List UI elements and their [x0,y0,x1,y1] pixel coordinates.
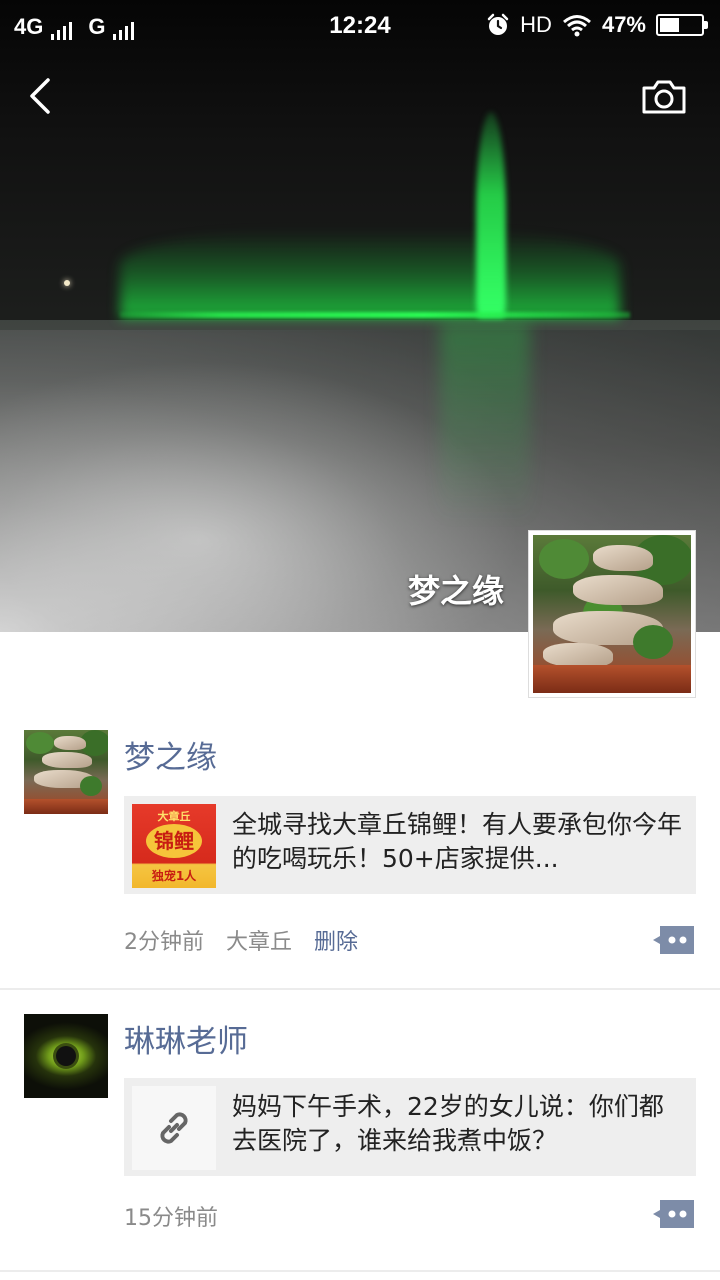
hd-label: HD [520,12,552,37]
koi-bottom-text: 独宠1人 [151,869,197,883]
moments-feed: 梦之缘 大章丘 锦鲤 独宠1人 全城寻找大章丘锦鲤！有人要承包你今年的吃喝玩乐！… [0,700,720,1272]
profile-avatar[interactable] [528,530,696,698]
koi-top-text: 大章丘 [157,810,191,823]
post-username[interactable]: 琳琳老师 [124,1016,248,1061]
shared-link-card[interactable]: 大章丘 锦鲤 独宠1人 全城寻找大章丘锦鲤！有人要承包你今年的吃喝玩乐！50+店… [124,796,696,894]
post-divider [0,1270,720,1272]
link-title: 全城寻找大章丘锦鲤！有人要承包你今年的吃喝玩乐！50+店家提供... [232,810,683,873]
link-thumbnail: 大章丘 锦鲤 独宠1人 [132,804,216,888]
comment-more-icon[interactable] [652,1198,696,1230]
shared-link-card[interactable]: 妈妈下午手术，22岁的女儿说：你们都去医院了，谁来给我煮中饭？ [124,1078,696,1176]
battery-icon [656,14,708,36]
battery-percent: 47% [601,12,646,37]
status-bar: 4G G 12:24 HD 47% [0,0,720,50]
post-meta: 2分钟前 大章丘 删除 [124,924,358,956]
feed-post: 琳琳老师 妈妈下午手术，22岁的女儿说：你们都去医院了，谁来给我煮中饭？ 15分… [0,990,720,1272]
link-placeholder [132,1086,216,1170]
fountain-reflection [440,322,530,522]
fountain-spray [120,230,620,318]
fountain-base-line [120,312,630,318]
cover-username[interactable]: 梦之缘 [408,566,504,612]
distant-light [64,280,70,286]
post-time: 2分钟前 [124,930,204,955]
alarm-icon [487,13,509,35]
post-time: 15分钟前 [124,1206,218,1231]
status-right: HD 47% [486,12,708,38]
comment-more-icon[interactable] [652,924,696,956]
camera-icon[interactable] [640,76,688,116]
fountain-jet [476,112,506,318]
post-username[interactable]: 梦之缘 [124,732,217,777]
rockery-thumb [24,730,108,814]
post-avatar[interactable] [24,730,108,814]
link-icon [160,1112,188,1144]
feed-post: 梦之缘 大章丘 锦鲤 独宠1人 全城寻找大章丘锦鲤！有人要承包你今年的吃喝玩乐！… [0,700,720,990]
post-avatar[interactable] [24,1014,108,1098]
koi-main-text: 锦鲤 [146,824,202,858]
koi-banner-image: 大章丘 锦鲤 独宠1人 [132,804,216,888]
moments-page: 4G G 12:24 HD 47% 梦之缘 梦之缘 大章丘 锦鲤 独宠1人 全城… [0,0,720,1280]
eye-avatar-image [24,1014,108,1098]
chevron-left-icon[interactable] [20,72,64,120]
post-meta: 15分钟前 [124,1200,218,1232]
post-location[interactable]: 大章丘 [226,924,292,956]
link-title: 妈妈下午手术，22岁的女儿说：你们都去医院了，谁来给我煮中饭？ [232,1092,664,1155]
delete-link[interactable]: 删除 [314,924,358,956]
wifi-icon [562,15,591,37]
rockery-image [533,535,691,693]
